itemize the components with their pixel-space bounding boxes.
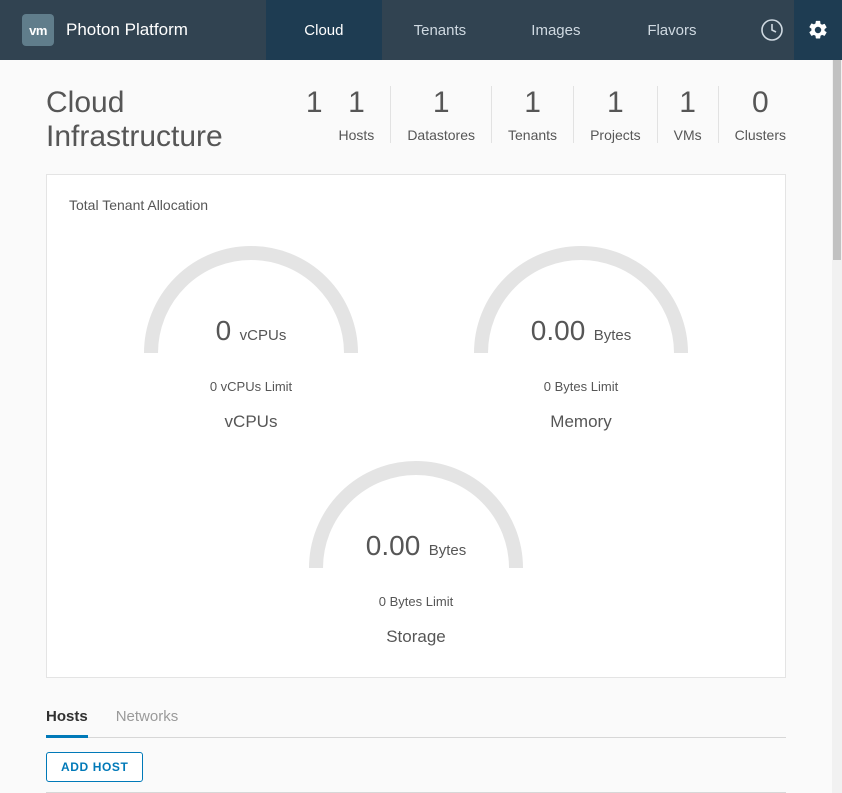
main-content: Cloud Infrastructure 1 1 Hosts 1 Datasto… xyxy=(0,60,832,793)
gauge-arc: 0.00 Bytes xyxy=(286,438,546,572)
stat-label: Datastores xyxy=(407,127,475,143)
tab-hosts[interactable]: Hosts xyxy=(46,700,88,738)
gauge-value: 0.00 xyxy=(531,315,586,346)
content-tabs: Hosts Networks xyxy=(46,700,786,738)
tab-networks[interactable]: Networks xyxy=(116,700,179,737)
gauge-value: 0 xyxy=(216,315,232,346)
gauges: 0 vCPUs 0 vCPUs Limit vCPUs 0.00 Bytes xyxy=(57,217,775,647)
page-header: Cloud Infrastructure 1 1 Hosts 1 Datasto… xyxy=(0,60,832,166)
gauge-memory: 0.00 Bytes 0 Bytes Limit Memory xyxy=(416,223,746,432)
allocation-card: Total Tenant Allocation 0 vCPUs 0 vCPUs … xyxy=(46,174,786,678)
page-title: Cloud Infrastructure xyxy=(46,86,292,154)
scrollbar-thumb[interactable] xyxy=(833,60,841,260)
gauge-limit: 0 Bytes Limit xyxy=(251,594,581,609)
stat-vms[interactable]: 1 VMs xyxy=(658,86,719,143)
gauge-storage: 0.00 Bytes 0 Bytes Limit Storage xyxy=(251,438,581,647)
stat-label: Clusters xyxy=(735,127,786,143)
add-host-button[interactable]: ADD HOST xyxy=(46,752,143,782)
stat-value: 1 xyxy=(339,86,375,119)
brand-logo: vm xyxy=(22,14,54,46)
stats-bar: 1 Hosts 1 Datastores 1 Tenants 1 Project… xyxy=(323,86,786,143)
stat-label: VMs xyxy=(674,127,702,143)
gauge-name: vCPUs xyxy=(86,412,416,432)
gauge-limit: 0 vCPUs Limit xyxy=(86,379,416,394)
stat-hosts[interactable]: 1 Hosts xyxy=(323,86,392,143)
gear-icon[interactable] xyxy=(794,0,842,60)
gauge-value: 0.00 xyxy=(366,530,421,561)
nav-items: Cloud Tenants Images Flavors xyxy=(266,0,730,60)
clock-icon[interactable] xyxy=(750,0,794,60)
allocation-title: Total Tenant Allocation xyxy=(69,197,775,213)
gauge-name: Storage xyxy=(251,627,581,647)
stat-label: Hosts xyxy=(339,127,375,143)
stat-datastores[interactable]: 1 Datastores xyxy=(391,86,492,143)
stat-value: 1 xyxy=(508,86,557,119)
stat-label: Projects xyxy=(590,127,641,143)
stat-clusters[interactable]: 0 Clusters xyxy=(719,86,786,143)
gauge-arc: 0 vCPUs xyxy=(121,223,381,357)
gauge-vcpus: 0 vCPUs 0 vCPUs Limit vCPUs xyxy=(86,223,416,432)
brand-title: Photon Platform xyxy=(66,20,188,40)
page-count: 1 xyxy=(306,86,323,120)
nav-item-tenants[interactable]: Tenants xyxy=(382,0,498,60)
gauge-unit: Bytes xyxy=(594,327,632,344)
stat-tenants[interactable]: 1 Tenants xyxy=(492,86,574,143)
stat-value: 1 xyxy=(407,86,475,119)
stat-label: Tenants xyxy=(508,127,557,143)
top-nav: vm Photon Platform Cloud Tenants Images … xyxy=(0,0,842,60)
gauge-arc: 0.00 Bytes xyxy=(451,223,711,357)
scrollbar-track[interactable] xyxy=(832,60,842,793)
stat-value: 1 xyxy=(674,86,702,119)
nav-item-cloud[interactable]: Cloud xyxy=(266,0,382,60)
stat-projects[interactable]: 1 Projects xyxy=(574,86,658,143)
gauge-name: Memory xyxy=(416,412,746,432)
stat-value: 0 xyxy=(735,86,786,119)
nav-item-images[interactable]: Images xyxy=(498,0,614,60)
stat-value: 1 xyxy=(590,86,641,119)
gauge-unit: Bytes xyxy=(429,542,467,559)
gauge-limit: 0 Bytes Limit xyxy=(416,379,746,394)
gauge-unit: vCPUs xyxy=(240,327,287,344)
nav-item-flavors[interactable]: Flavors xyxy=(614,0,730,60)
brand[interactable]: vm Photon Platform xyxy=(0,0,206,60)
